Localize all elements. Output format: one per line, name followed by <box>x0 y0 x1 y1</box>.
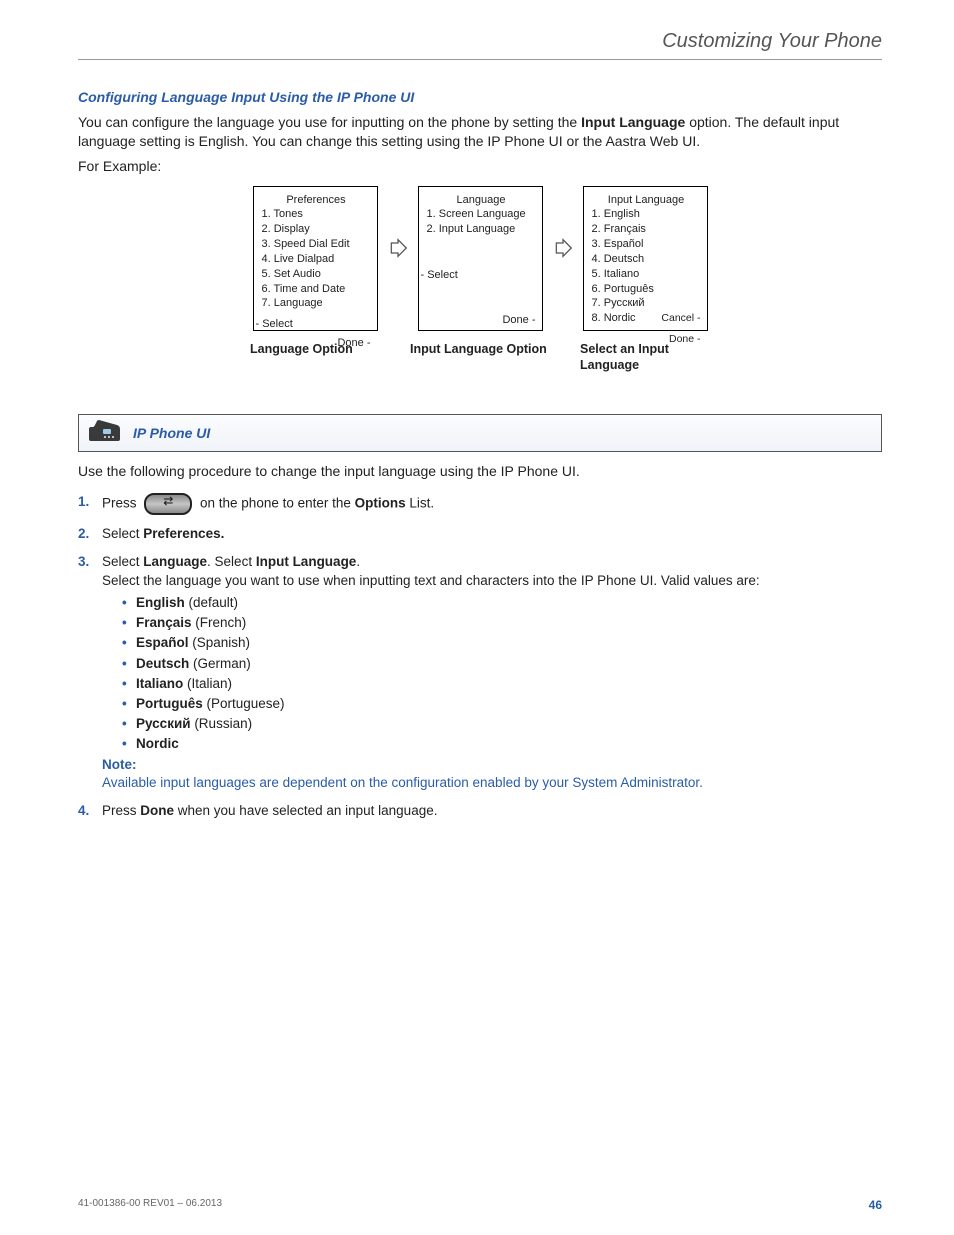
screen3-item: 8. Nordic <box>592 311 636 326</box>
screen1-item: 6. Time and Date <box>262 282 371 297</box>
ip-phone-ui-panel: IP Phone UI <box>78 414 882 452</box>
screen1-item: 7. Language <box>262 296 371 311</box>
caption-2: Input Language Option <box>410 341 570 375</box>
s3e: . <box>356 554 360 569</box>
lang-b: Italiano <box>136 676 183 691</box>
screen1-item: 4. Live Dialpad <box>262 252 371 267</box>
step-number: 2. <box>78 525 98 543</box>
list-item: English (default) <box>122 594 760 612</box>
lang-p: (Russian) <box>191 716 253 731</box>
screen2-done: Done - <box>419 311 542 330</box>
lang-p: (Italian) <box>183 676 232 691</box>
p1b: Input Language <box>581 114 685 130</box>
list-item: Русский (Russian) <box>122 715 760 733</box>
phone-icon <box>87 419 123 447</box>
screen1-item: 1. Tones <box>262 207 371 222</box>
step-number: 3. <box>78 553 98 571</box>
s4a: Press <box>102 803 140 818</box>
options-key-icon <box>144 493 192 515</box>
screen3-item: 7. Русский <box>592 296 701 311</box>
list-item: Português (Portuguese) <box>122 695 760 713</box>
screen3-title: Input Language <box>592 193 701 208</box>
step-3: 3. Select Language. Select Input Languag… <box>78 553 882 792</box>
page-footer: 41-001386-00 REV01 – 06.2013 46 <box>78 1197 882 1213</box>
screen1-item: 2. Display <box>262 222 371 237</box>
step-2: 2. Select Preferences. <box>78 525 882 543</box>
s3c: . Select <box>207 554 256 569</box>
screen1-item: 3. Speed Dial Edit <box>262 237 371 252</box>
s3desc: Select the language you want to use when… <box>102 572 760 590</box>
breadcrumb: Customizing Your Phone <box>78 28 882 55</box>
lang-p: (Portuguese) <box>203 696 285 711</box>
screen1-item: 5. Set Audio <box>262 267 371 282</box>
note-text: Available input languages are dependent … <box>102 774 760 792</box>
s1a: Press <box>102 496 140 511</box>
screen-input-language: Input Language 1. English 2. Français 3.… <box>583 186 708 331</box>
list-item: Nordic <box>122 735 760 753</box>
procedure-steps: 1. Press on the phone to enter the Optio… <box>78 493 882 820</box>
caption-1: Language Option <box>245 341 400 375</box>
screen3-item: 6. Português <box>592 282 701 297</box>
procedure-intro: Use the following procedure to change th… <box>78 462 882 481</box>
footer-doc-id: 41-001386-00 REV01 – 06.2013 <box>78 1197 222 1213</box>
step-number: 4. <box>78 802 98 820</box>
s4b: Done <box>140 803 174 818</box>
note-label: Note: <box>102 756 760 774</box>
caption-3: Select an Input Language <box>580 341 715 375</box>
page-number: 46 <box>869 1197 882 1213</box>
lang-p: (default) <box>185 595 238 610</box>
screen-preferences: Preferences 1. Tones 2. Display 3. Speed… <box>253 186 378 331</box>
s1c: Options <box>355 496 406 511</box>
panel-title: IP Phone UI <box>133 424 210 443</box>
screen3-item: 4. Deutsch <box>592 252 701 267</box>
screens-diagram: Preferences 1. Tones 2. Display 3. Speed… <box>78 186 882 331</box>
s1b: on the phone to enter the <box>196 496 354 511</box>
screen-language: Language 1. Screen Language 2. Input Lan… <box>418 186 543 331</box>
screen2-title: Language <box>427 193 536 208</box>
lang-p: (Spanish) <box>189 635 251 650</box>
lang-b: Español <box>136 635 189 650</box>
p1a: You can configure the language you use f… <box>78 114 581 130</box>
list-item: Français (French) <box>122 614 760 632</box>
screen2-item: 1. Screen Language <box>427 207 536 222</box>
s3b: Language <box>143 554 207 569</box>
lang-b: Русский <box>136 716 191 731</box>
section-title: Configuring Language Input Using the IP … <box>78 88 882 107</box>
screen1-select: - Select <box>250 315 377 334</box>
step-1: 1. Press on the phone to enter the Optio… <box>78 493 882 515</box>
header-rule <box>78 59 882 60</box>
arrow-right-icon <box>553 236 573 260</box>
lang-p: (German) <box>189 656 251 671</box>
s1d: List. <box>406 496 435 511</box>
s4c: when you have selected an input language… <box>174 803 437 818</box>
lang-b: Nordic <box>136 736 179 751</box>
list-item: Italiano (Italian) <box>122 675 760 693</box>
screen3-item: 1. English <box>592 207 701 222</box>
list-item: Deutsch (German) <box>122 655 760 673</box>
screen3-cancel: Cancel - <box>661 311 700 326</box>
language-list: English (default) Français (French) Espa… <box>122 594 760 754</box>
arrow-right-icon <box>388 236 408 260</box>
section-para-2: For Example: <box>78 157 882 176</box>
screen3-item: 2. Français <box>592 222 701 237</box>
s3a: Select <box>102 554 143 569</box>
screen3-item: 5. Italiano <box>592 267 701 282</box>
lang-b: Français <box>136 615 192 630</box>
section-para-1: You can configure the language you use f… <box>78 113 882 151</box>
s2a: Select <box>102 526 143 541</box>
s3d: Input Language <box>256 554 357 569</box>
lang-b: Deutsch <box>136 656 189 671</box>
step-number: 1. <box>78 493 98 511</box>
lang-p: (French) <box>192 615 247 630</box>
lang-b: English <box>136 595 185 610</box>
screen2-select: - Select <box>415 266 542 285</box>
screen3-item: 3. Español <box>592 237 701 252</box>
list-item: Español (Spanish) <box>122 634 760 652</box>
screen1-title: Preferences <box>262 193 371 208</box>
step-4: 4. Press Done when you have selected an … <box>78 802 882 820</box>
screen2-item: 2. Input Language <box>427 222 536 237</box>
s2b: Preferences. <box>143 526 224 541</box>
lang-b: Português <box>136 696 203 711</box>
diagram-captions: Language Option Input Language Option Se… <box>78 341 882 375</box>
